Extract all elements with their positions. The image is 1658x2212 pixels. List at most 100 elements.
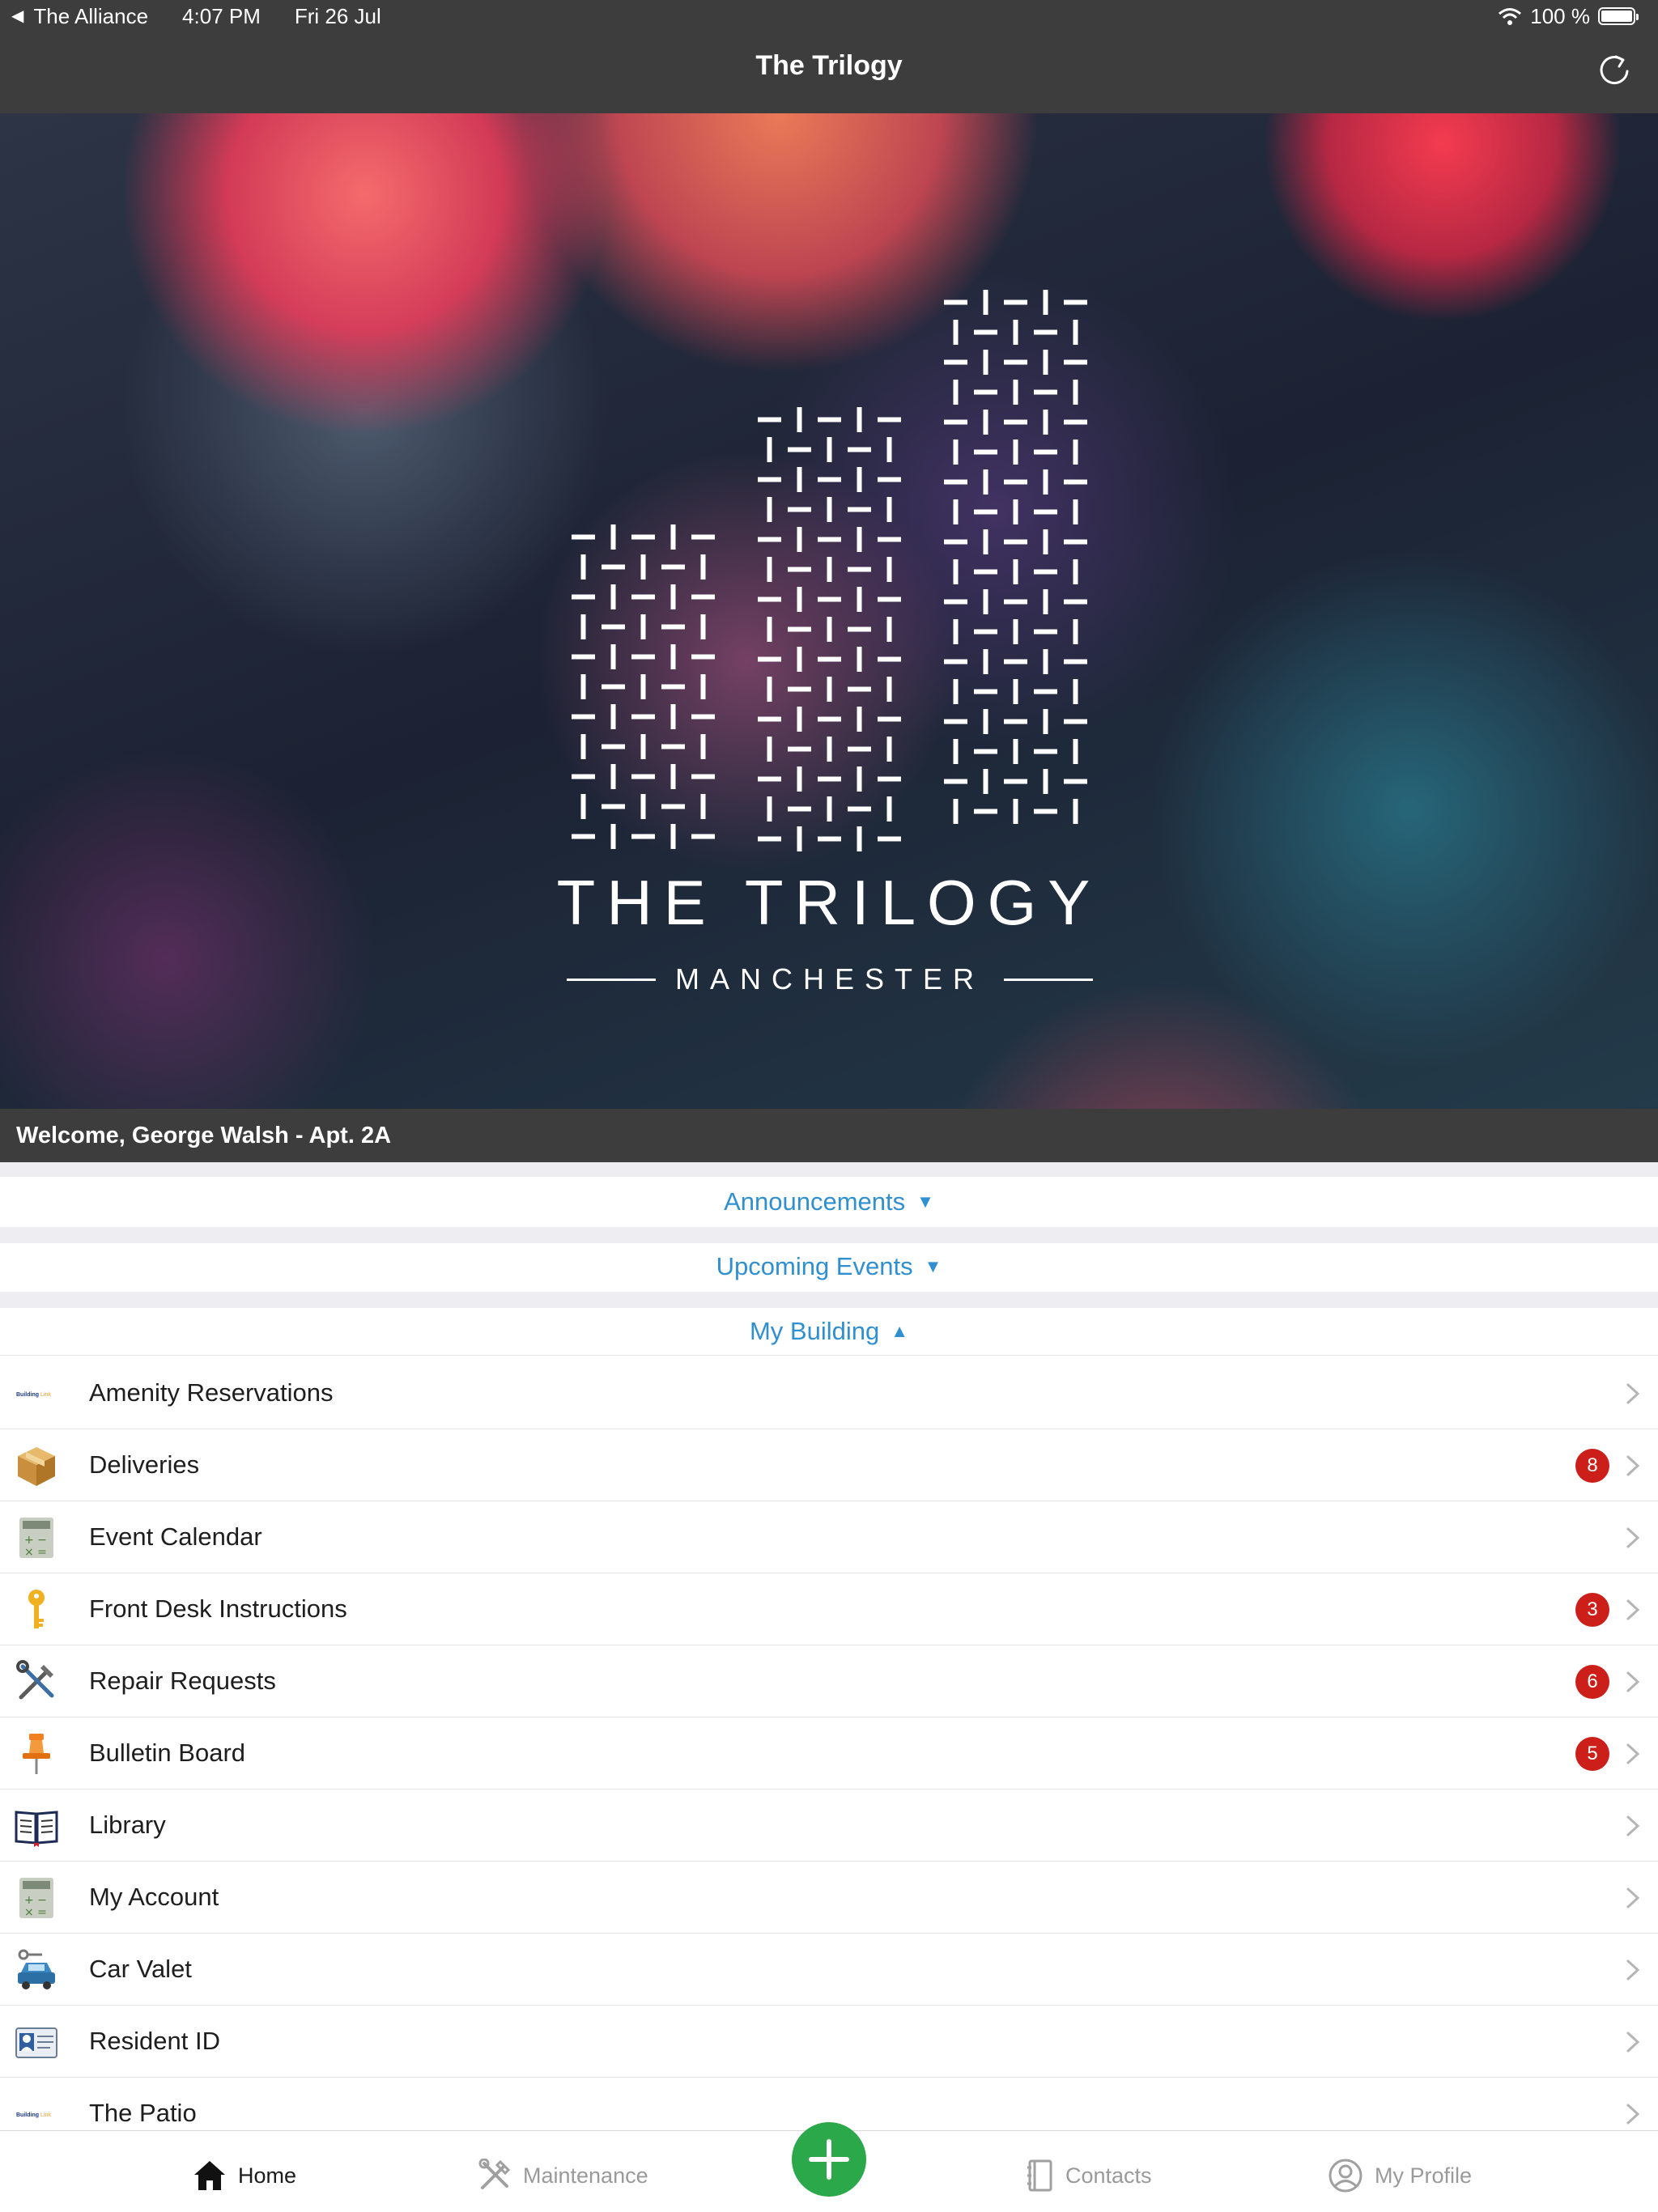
chevron-right-icon bbox=[1626, 1959, 1640, 1981]
my-building-label: My Building bbox=[749, 1317, 880, 1345]
list-item-label: Deliveries bbox=[89, 1450, 200, 1479]
chevron-right-icon bbox=[1626, 2104, 1640, 2125]
list-item-library[interactable]: Library bbox=[0, 1790, 1658, 1862]
expand-arrow-icon: ▲ bbox=[891, 1321, 909, 1341]
svg-text:+ −: + − bbox=[24, 1894, 47, 1907]
count-badge: 8 bbox=[1575, 1449, 1609, 1483]
battery-percent: 100 % bbox=[1530, 4, 1590, 28]
svg-text:Link: Link bbox=[40, 2112, 51, 2118]
contacts-book-icon bbox=[1027, 2159, 1052, 2192]
add-button[interactable] bbox=[792, 2122, 866, 2197]
refresh-icon[interactable] bbox=[1595, 50, 1634, 89]
announcements-label: Announcements bbox=[724, 1187, 906, 1216]
plus-icon bbox=[809, 2139, 849, 2180]
buildinglink-logo-icon: Building Link bbox=[15, 1390, 57, 1398]
wifi-icon bbox=[1499, 8, 1522, 25]
count-badge: 5 bbox=[1575, 1737, 1609, 1771]
list-item-label: Event Calendar bbox=[89, 1522, 262, 1551]
count-badge: 3 bbox=[1575, 1593, 1609, 1627]
svg-text:Link: Link bbox=[40, 1392, 51, 1398]
chevron-right-icon bbox=[1626, 1599, 1640, 1620]
status-time: 4:07 PM bbox=[182, 4, 261, 28]
calculator-icon: + − × = bbox=[19, 1878, 53, 1919]
list-item-label: Resident ID bbox=[89, 2027, 220, 2055]
tab-contacts-label: Contacts bbox=[1065, 2163, 1152, 2188]
section-separator bbox=[0, 1292, 1658, 1308]
tab-contacts[interactable]: Contacts bbox=[1027, 2155, 1152, 2196]
list-item-label: Front Desk Instructions bbox=[89, 1594, 347, 1623]
building-list: Building Link Amenity Reservations Deliv… bbox=[0, 1357, 1658, 2150]
hero-title: THE TRILOGY bbox=[556, 867, 1102, 938]
hero-subtitle-row: MANCHESTER bbox=[567, 959, 1093, 1000]
status-bar-left: ◀ The Alliance 4:07 PM Fri 26 Jul bbox=[11, 2, 381, 31]
collapse-arrow-icon: ▼ bbox=[916, 1191, 934, 1212]
chevron-right-icon bbox=[1626, 2032, 1640, 2053]
chevron-right-icon bbox=[1626, 1887, 1640, 1908]
subtitle-rule-left bbox=[567, 978, 656, 981]
upcoming-events-label: Upcoming Events bbox=[716, 1252, 913, 1280]
top-bar: ◀ The Alliance 4:07 PM Fri 26 Jul 100 % … bbox=[0, 0, 1658, 113]
my-building-header[interactable]: My Building ▲ bbox=[0, 1308, 1658, 1356]
list-item-label: Library bbox=[89, 1811, 166, 1839]
chevron-right-icon bbox=[1626, 1527, 1640, 1548]
list-item-bulletin-board[interactable]: Bulletin Board 5 bbox=[0, 1717, 1658, 1790]
hero-subtitle: MANCHESTER bbox=[674, 962, 985, 996]
tab-maintenance-label: Maintenance bbox=[523, 2163, 648, 2188]
tab-my-profile[interactable]: My Profile bbox=[1328, 2155, 1472, 2196]
wrench-screwdriver-icon bbox=[478, 2159, 511, 2189]
upcoming-events-header[interactable]: Upcoming Events ▼ bbox=[0, 1243, 1658, 1290]
svg-text:× =: × = bbox=[24, 1546, 47, 1559]
list-item-label: Repair Requests bbox=[89, 1666, 276, 1695]
chevron-right-icon bbox=[1626, 1671, 1640, 1692]
list-item-deliveries[interactable]: Deliveries 8 bbox=[0, 1429, 1658, 1501]
chevron-right-icon bbox=[1626, 1383, 1640, 1404]
list-item-front-desk-instructions[interactable]: Front Desk Instructions 3 bbox=[0, 1573, 1658, 1645]
tools-icon bbox=[16, 1660, 54, 1700]
tab-my-profile-label: My Profile bbox=[1375, 2163, 1473, 2188]
back-triangle-icon[interactable]: ◀ bbox=[11, 2, 23, 31]
list-item-repair-requests[interactable]: Repair Requests 6 bbox=[0, 1645, 1658, 1717]
home-icon bbox=[194, 2161, 225, 2190]
subtitle-rule-right bbox=[1004, 978, 1093, 981]
chevron-right-icon bbox=[1626, 1743, 1640, 1764]
status-bar-right: 100 % bbox=[1498, 2, 1639, 31]
count-badge: 6 bbox=[1575, 1665, 1609, 1699]
list-item-label: Car Valet bbox=[89, 1955, 192, 1983]
list-item-event-calendar[interactable]: + − × = Event Calendar bbox=[0, 1501, 1658, 1573]
car-key-icon bbox=[18, 1949, 55, 1989]
buildinglink-logo-icon: Building Link bbox=[15, 2110, 57, 2118]
book-icon bbox=[15, 1811, 58, 1847]
tab-home[interactable]: Home bbox=[193, 2155, 296, 2196]
calculator-icon: + − × = bbox=[19, 1518, 53, 1559]
collapse-arrow-icon: ▼ bbox=[924, 1256, 942, 1276]
key-icon bbox=[28, 1590, 45, 1628]
list-item-car-valet[interactable]: Car Valet bbox=[0, 1934, 1658, 2006]
svg-text:× =: × = bbox=[24, 1906, 47, 1919]
welcome-bar: Welcome, George Walsh - Apt. 2A bbox=[0, 1109, 1658, 1162]
pushpin-icon bbox=[23, 1734, 50, 1774]
list-item-my-account[interactable]: + − × = My Account bbox=[0, 1862, 1658, 1934]
list-item-label: Amenity Reservations bbox=[89, 1378, 334, 1407]
package-icon bbox=[18, 1447, 55, 1486]
chevron-right-icon bbox=[1626, 1455, 1640, 1476]
tab-maintenance[interactable]: Maintenance bbox=[478, 2155, 648, 2196]
profile-avatar-icon bbox=[1329, 2159, 1363, 2193]
battery-icon bbox=[1598, 7, 1639, 25]
list-item-resident-id[interactable]: Resident ID bbox=[0, 2006, 1658, 2078]
tab-home-label: Home bbox=[238, 2163, 297, 2188]
id-card-icon bbox=[15, 2027, 57, 2058]
svg-text:Building: Building bbox=[16, 2112, 39, 2118]
status-date: Fri 26 Jul bbox=[294, 4, 381, 28]
hero-banner: THE TRILOGY MANCHESTER bbox=[0, 113, 1658, 1109]
svg-text:Building: Building bbox=[16, 1392, 39, 1398]
announcements-header[interactable]: Announcements ▼ bbox=[0, 1178, 1658, 1225]
section-separator bbox=[0, 1227, 1658, 1243]
chevron-right-icon bbox=[1626, 1815, 1640, 1836]
section-separator bbox=[0, 1162, 1658, 1177]
svg-text:+ −: + − bbox=[24, 1534, 47, 1547]
back-to-app-label[interactable]: The Alliance bbox=[33, 2, 148, 31]
list-item-label: My Account bbox=[89, 1883, 219, 1911]
nav-title: The Trilogy bbox=[755, 50, 903, 81]
list-item-label: Bulletin Board bbox=[89, 1739, 246, 1767]
list-item-amenity-reservations[interactable]: Building Link Amenity Reservations bbox=[0, 1357, 1658, 1429]
